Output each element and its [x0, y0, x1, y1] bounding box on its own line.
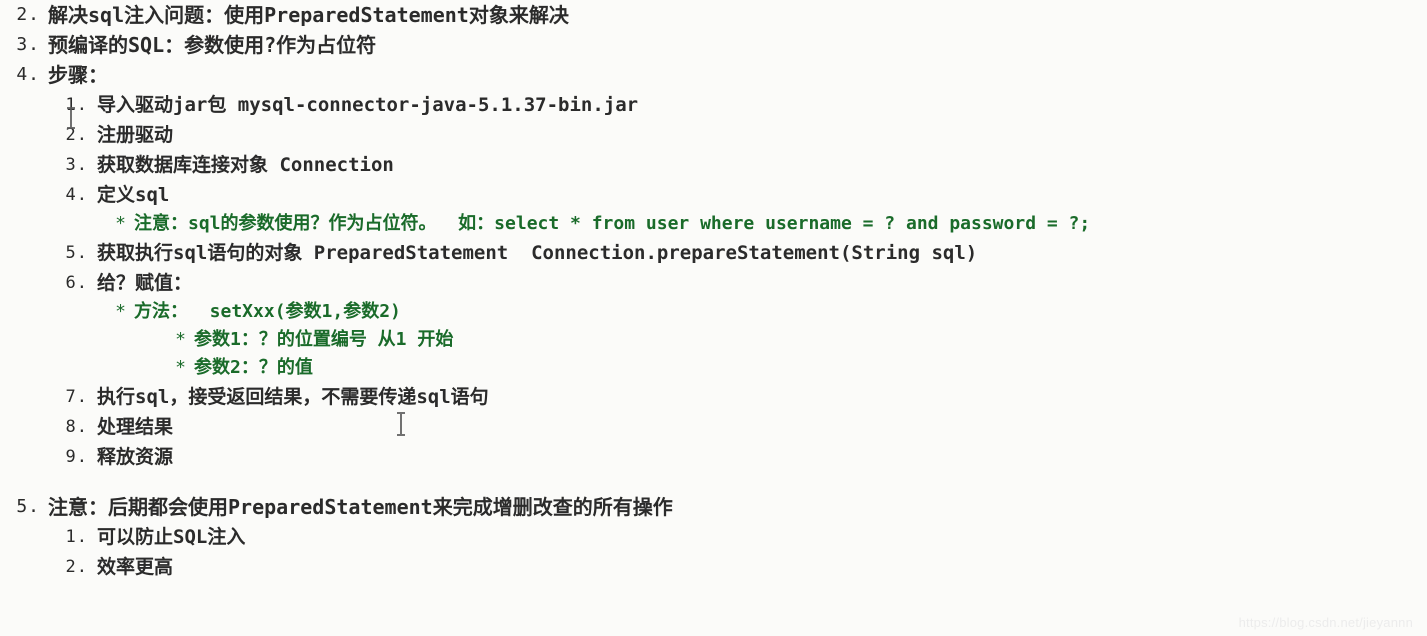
list-item-5: 5. 注意：后期都会使用PreparedStatement来完成增删改查的所有操…: [0, 492, 1427, 522]
step-item-8: 8. 处理结果: [0, 412, 1427, 442]
step-item-5: 5. 获取执行sql语句的对象 PreparedStatement Connec…: [0, 238, 1427, 268]
step-item-2: 2. 注册驱动: [0, 120, 1427, 150]
list-marker: 5.: [16, 496, 40, 517]
list-marker: 7.: [65, 387, 88, 407]
star-bullet-icon: *: [115, 213, 126, 234]
list-marker: 3.: [16, 34, 40, 55]
list-item-text: 获取执行sql语句的对象 PreparedStatement Connectio…: [97, 242, 978, 264]
list-marker: 4.: [16, 64, 40, 85]
list-marker: 1.: [65, 95, 88, 115]
list-item-text: 注册驱动: [97, 124, 174, 146]
note-method: * 方法： setXxx(参数1,参数2): [0, 298, 1427, 326]
list-item-text: 定义sql: [97, 184, 170, 206]
list-item-text: 注意：后期都会使用PreparedStatement来完成增删改查的所有操作: [48, 495, 673, 519]
list-item-3: 3. 预编译的SQL：参数使用?作为占位符: [0, 30, 1427, 60]
reason-item-1: 1. 可以防止SQL注入: [0, 522, 1427, 552]
list-marker: 6.: [65, 273, 88, 293]
list-marker: 8.: [65, 417, 88, 437]
list-item-text: 释放资源: [97, 446, 174, 468]
note-text: 参数1：？的位置编号 从1 开始: [194, 329, 454, 350]
list-item-text: 解决sql注入问题：使用PreparedStatement对象来解决: [48, 3, 569, 27]
list-item-text: 预编译的SQL：参数使用?作为占位符: [48, 33, 377, 57]
list-marker: 1.: [65, 527, 88, 547]
note-param-1: * 参数1：？的位置编号 从1 开始: [0, 326, 1427, 354]
step-item-7: 7. 执行sql，接受返回结果，不需要传递sql语句: [0, 382, 1427, 412]
star-bullet-icon: *: [175, 329, 186, 350]
step-item-4: 4. 定义sql: [0, 180, 1427, 210]
list-marker: 4.: [65, 185, 88, 205]
list-item-2: 2. 解决sql注入问题：使用PreparedStatement对象来解决: [0, 0, 1427, 30]
note-param-2: * 参数2：？的值: [0, 354, 1427, 382]
list-item-text: 获取数据库连接对象 Connection: [97, 154, 394, 176]
list-item-text: 处理结果: [97, 416, 174, 438]
list-marker: 5.: [65, 243, 88, 263]
note-text: 注意：sql的参数使用？作为占位符。 如：select * from user …: [134, 213, 1091, 234]
note-text: 方法： setXxx(参数1,参数2): [134, 301, 401, 322]
step-item-6: 6. 给？赋值：: [0, 268, 1427, 298]
step-item-1: 1. 导入驱动jar包 mysql-connector-java-5.1.37-…: [0, 90, 1427, 120]
reason-item-2: 2. 效率更高: [0, 552, 1427, 582]
list-item-text: 给？赋值：: [97, 272, 193, 294]
document-body: 2. 解决sql注入问题：使用PreparedStatement对象来解决 3.…: [0, 0, 1427, 636]
list-marker: 3.: [65, 155, 88, 175]
star-bullet-icon: *: [175, 357, 186, 378]
list-marker: 9.: [65, 447, 88, 467]
list-marker: 2.: [65, 125, 88, 145]
step-item-3: 3. 获取数据库连接对象 Connection: [0, 150, 1427, 180]
watermark: https://blog.csdn.net/jieyannn: [1238, 615, 1413, 630]
step-item-9: 9. 释放资源: [0, 442, 1427, 472]
list-marker: 2.: [16, 4, 40, 25]
note-sql-placeholder: * 注意：sql的参数使用？作为占位符。 如：select * from use…: [0, 210, 1427, 238]
list-item-text: 效率更高: [97, 556, 174, 578]
list-item-text: 导入驱动jar包 mysql-connector-java-5.1.37-bin…: [97, 94, 639, 116]
list-item-4: 4. 步骤：: [0, 60, 1427, 90]
list-item-text: 步骤：: [48, 63, 108, 87]
list-item-text: 可以防止SQL注入: [97, 526, 246, 548]
star-bullet-icon: *: [115, 301, 126, 322]
list-item-text: 执行sql，接受返回结果，不需要传递sql语句: [97, 386, 489, 408]
list-marker: 2.: [65, 557, 88, 577]
note-text: 参数2：？的值: [194, 357, 313, 378]
